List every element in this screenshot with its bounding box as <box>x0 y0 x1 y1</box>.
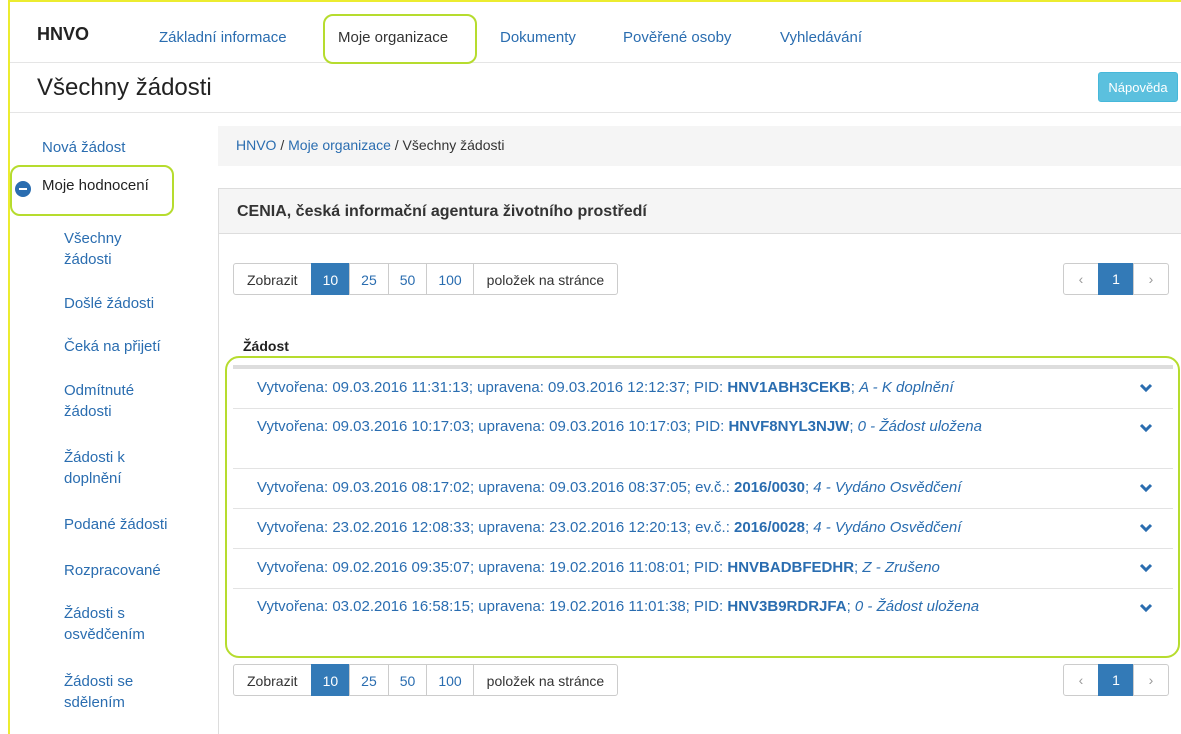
per-page-label: položek na stránce <box>472 263 619 295</box>
page-size-50[interactable]: 50 <box>387 664 428 696</box>
help-button[interactable]: Nápověda <box>1098 72 1178 102</box>
next-page-button[interactable]: › <box>1133 664 1169 696</box>
page-size-selector-bottom: Zobrazit 10 25 50 100 položek na stránce <box>233 664 619 696</box>
sidebar-item-with-notice[interactable]: Žádosti se sdělením <box>64 671 194 713</box>
page-size-selector-top: Zobrazit 10 25 50 100 položek na stránce <box>233 263 619 295</box>
page-size-50[interactable]: 50 <box>387 263 428 295</box>
nav-highlight-annotation <box>323 14 477 64</box>
page-title: Všechny žádosti <box>37 74 212 101</box>
page-size-25[interactable]: 25 <box>349 664 389 696</box>
breadcrumb-current: Všechny žádosti <box>402 137 505 153</box>
nav-basic-info[interactable]: Základní informace <box>159 29 287 46</box>
panel-heading: CENIA, česká informační agentura životní… <box>219 189 1181 234</box>
prev-page-button[interactable]: ‹ <box>1063 664 1099 696</box>
pagination-bottom: ‹ 1 › <box>1063 664 1169 696</box>
breadcrumb-organization[interactable]: Moje organizace <box>288 137 391 153</box>
sidebar-highlight-annotation <box>10 165 174 216</box>
prev-page-button[interactable]: ‹ <box>1063 263 1099 295</box>
sidebar-new-request[interactable]: Nová žádost <box>42 137 125 158</box>
list-highlight-annotation <box>225 356 1180 658</box>
sidebar-item-received[interactable]: Došlé žádosti <box>64 293 194 314</box>
nav-authorized-persons[interactable]: Pověřené osoby <box>623 29 731 46</box>
breadcrumb: HNVO / Moje organizace / Všechny žádosti <box>218 126 1181 166</box>
show-label: Zobrazit <box>233 263 312 295</box>
per-page-label: položek na stránce <box>472 664 619 696</box>
page-size-100[interactable]: 100 <box>426 263 474 295</box>
nav-search[interactable]: Vyhledávání <box>780 29 862 46</box>
next-page-button[interactable]: › <box>1133 263 1169 295</box>
page-size-100[interactable]: 100 <box>426 664 474 696</box>
pagination-top: ‹ 1 › <box>1063 263 1169 295</box>
show-label: Zobrazit <box>233 664 312 696</box>
page-size-25[interactable]: 25 <box>349 263 389 295</box>
column-header-request: Žádost <box>243 338 289 354</box>
page-1-button[interactable]: 1 <box>1098 263 1134 295</box>
brand-logo[interactable]: HNVO <box>37 24 89 45</box>
breadcrumb-home[interactable]: HNVO <box>236 137 276 153</box>
nav-documents[interactable]: Dokumenty <box>500 29 576 46</box>
page-size-10[interactable]: 10 <box>310 263 351 295</box>
sidebar-item-rejected[interactable]: Odmítnuté žádosti <box>64 380 194 422</box>
sidebar-item-to-complete[interactable]: Žádosti k doplnění <box>64 447 194 489</box>
sidebar-item-awaiting-acceptance[interactable]: Čeká na přijetí <box>64 336 194 357</box>
title-divider <box>10 112 1181 113</box>
sidebar-item-submitted[interactable]: Podané žádosti <box>64 514 194 535</box>
frame-border-left <box>8 0 10 734</box>
page-1-button[interactable]: 1 <box>1098 664 1134 696</box>
sidebar-item-all-requests[interactable]: Všechny žádosti <box>64 228 194 270</box>
sidebar-item-with-certificate[interactable]: Žádosti s osvědčením <box>64 603 194 645</box>
sidebar-item-in-progress[interactable]: Rozpracované <box>64 560 194 581</box>
page-size-10[interactable]: 10 <box>310 664 351 696</box>
